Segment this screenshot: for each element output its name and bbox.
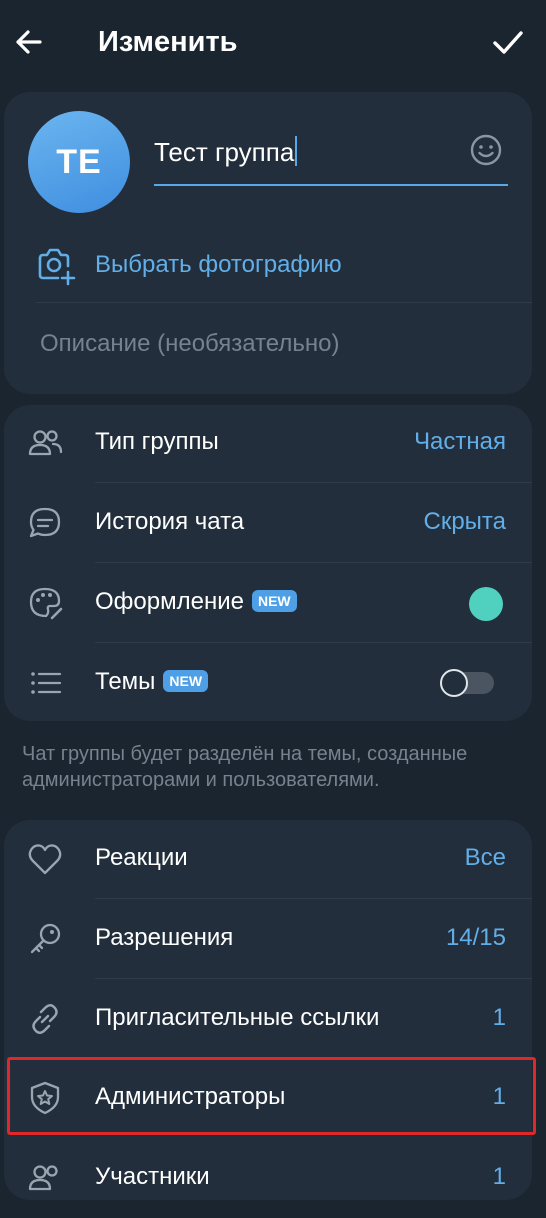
emoji-icon[interactable] <box>468 132 504 168</box>
arrow-left-icon <box>16 30 42 54</box>
group-name-value: Тест группа <box>154 137 295 167</box>
members-label: Участники <box>95 1163 210 1190</box>
new-badge: NEW <box>163 670 209 692</box>
group-name-input[interactable]: Тест группа <box>154 128 508 186</box>
topics-row[interactable]: Темы NEW <box>4 643 532 723</box>
invite-links-value: 1 <box>492 1004 506 1031</box>
key-icon <box>30 923 61 954</box>
list-icon <box>31 672 62 694</box>
avatar[interactable]: TE <box>28 111 130 213</box>
group-type-row[interactable]: Тип группы Частная <box>4 403 532 483</box>
chat-history-value: Скрыта <box>423 508 507 535</box>
choose-photo-button[interactable]: Выбрать фотографию <box>34 244 514 288</box>
permissions-label: Разрешения <box>95 924 234 951</box>
topics-label: Темы <box>95 668 156 695</box>
chat-bubble-icon <box>29 507 61 538</box>
top-app-bar: Изменить <box>0 0 546 84</box>
camera-add-icon <box>38 248 76 286</box>
topics-hint-text: Чат группы будет разделён на темы, созда… <box>22 743 468 791</box>
appearance-row[interactable]: Оформление NEW <box>4 563 532 643</box>
toggle-knob <box>440 669 468 697</box>
members-row[interactable]: Участники 1 <box>4 1138 532 1218</box>
new-badge: NEW <box>251 590 297 612</box>
people-icon <box>28 430 63 456</box>
appearance-label: Оформление <box>95 588 244 615</box>
reactions-label: Реакции <box>95 844 188 871</box>
chat-history-row[interactable]: История чата Скрыта <box>4 483 532 563</box>
divider <box>36 302 532 303</box>
checkmark-icon <box>493 31 523 54</box>
description-input[interactable]: Описание (необязательно) <box>40 330 339 358</box>
group-type-value: Частная <box>414 428 506 455</box>
invite-links-row[interactable]: Пригласительные ссылки 1 <box>4 979 532 1059</box>
choose-photo-label: Выбрать фотографию <box>95 251 342 278</box>
heart-icon <box>28 844 62 875</box>
text-caret <box>295 136 298 166</box>
group-type-label: Тип группы <box>95 428 219 455</box>
back-button[interactable] <box>10 22 50 62</box>
permissions-row[interactable]: Разрешения 14/15 <box>4 899 532 979</box>
theme-color-swatch <box>469 587 503 621</box>
members-icon <box>28 1165 58 1191</box>
reactions-value: Все <box>464 844 506 871</box>
reactions-row[interactable]: Реакции Все <box>4 819 532 899</box>
members-value: 1 <box>492 1163 506 1190</box>
page-title: Изменить <box>98 26 238 58</box>
topics-toggle[interactable] <box>440 669 494 697</box>
chat-history-label: История чата <box>95 508 245 535</box>
link-icon <box>32 1004 58 1034</box>
invite-links-label: Пригласительные ссылки <box>95 1004 380 1031</box>
highlight-frame <box>7 1057 536 1135</box>
palette-icon <box>29 587 63 620</box>
permissions-value: 14/15 <box>445 924 506 951</box>
save-button[interactable] <box>488 22 528 62</box>
